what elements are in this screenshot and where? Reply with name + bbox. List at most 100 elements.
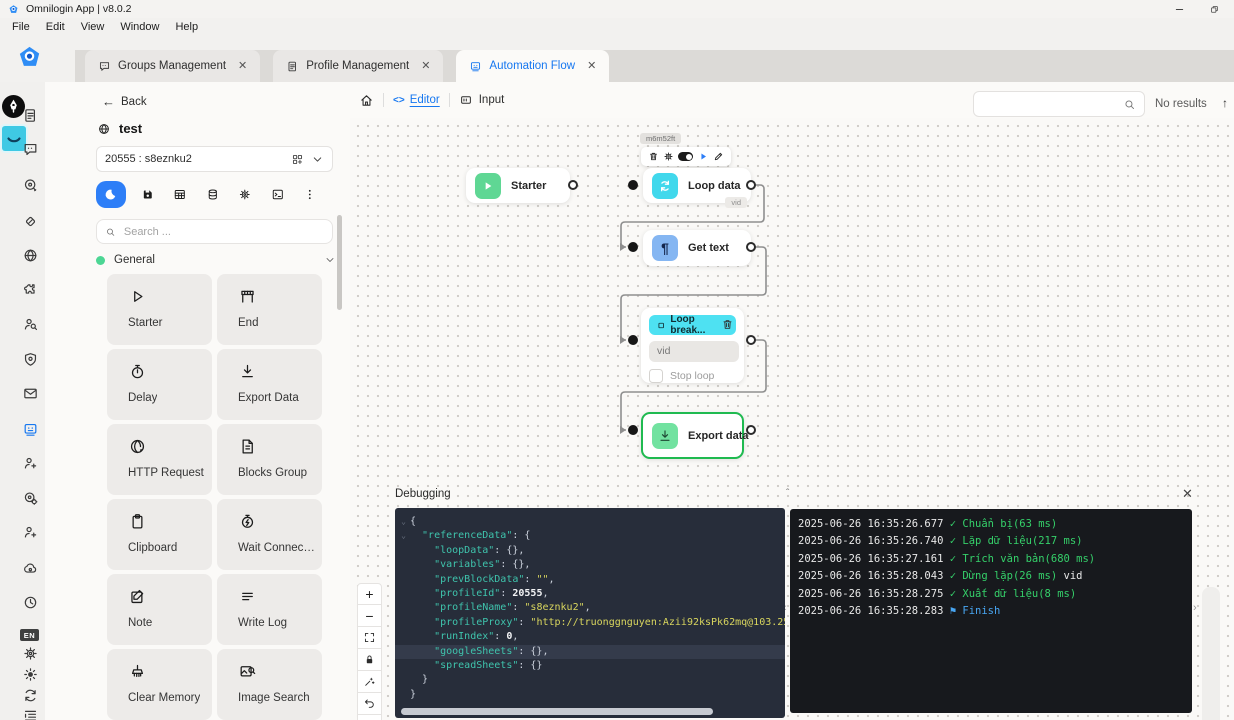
tab-profile-management[interactable]: Profile Management✕ — [273, 50, 443, 82]
sidebar-item-gear-icon[interactable] — [22, 645, 39, 662]
sidebar-item-shield-icon[interactable] — [22, 351, 39, 368]
port-in-loop-break[interactable] — [628, 335, 638, 345]
debug-close-icon[interactable]: ✕ — [1182, 486, 1193, 502]
grid-icon[interactable] — [291, 153, 304, 166]
block-search[interactable] — [96, 219, 333, 244]
block-card-delay[interactable]: Delay — [107, 349, 212, 420]
sidebar-item-tag-icon[interactable] — [22, 213, 39, 230]
port-in-export-data[interactable] — [628, 425, 638, 435]
checkbox[interactable] — [649, 369, 663, 383]
menu-view[interactable]: View — [73, 21, 113, 33]
port-out-starter[interactable] — [568, 180, 578, 190]
sidebar-item-list-indent-icon[interactable] — [22, 707, 39, 720]
tab-groups-management[interactable]: Groups Management✕ — [85, 50, 260, 82]
sidebar-item-disc-key-icon[interactable] — [22, 177, 39, 194]
back-button[interactable]: ← Back — [102, 95, 147, 108]
port-in-get-text[interactable] — [628, 242, 638, 252]
zoom-undo-button[interactable] — [357, 693, 382, 715]
tab-automation-flow[interactable]: Automation Flow✕ — [456, 50, 609, 82]
stop-loop-checkbox[interactable]: Stop loop — [649, 369, 736, 383]
chevron-down-icon[interactable] — [311, 153, 324, 166]
node-tool-pencil-icon[interactable] — [713, 151, 724, 162]
block-card-wait-connecti-[interactable]: Wait Connecti... — [217, 499, 322, 570]
block-card-clipboard[interactable]: Clipboard — [107, 499, 212, 570]
panel-tool-moon-button[interactable] — [96, 181, 126, 208]
port-out-get-text[interactable] — [746, 242, 756, 252]
port-in-loop-data[interactable] — [628, 180, 638, 190]
menu-window[interactable]: Window — [112, 21, 167, 33]
block-card-http-request[interactable]: HTTP Request — [107, 424, 212, 495]
panel-scrollbar[interactable] — [337, 215, 342, 310]
tab-close-icon[interactable]: ✕ — [587, 61, 596, 72]
block-card-blocks-group[interactable]: Blocks Group — [217, 424, 322, 495]
node-tool-gear-icon[interactable] — [663, 151, 674, 162]
sidebar-item-mail-icon[interactable] — [22, 385, 39, 402]
menu-edit[interactable]: Edit — [38, 21, 73, 33]
search-icon[interactable] — [1123, 98, 1136, 111]
block-card-write-log[interactable]: Write Log — [217, 574, 322, 645]
menu-file[interactable]: File — [4, 21, 38, 33]
right-panel-strip[interactable] — [1202, 587, 1220, 720]
sidebar-item-disc-gear-icon[interactable] — [22, 490, 39, 507]
zoom-wand-button[interactable] — [357, 671, 382, 693]
node-tool-play-blue-icon[interactable] — [698, 151, 709, 162]
block-card-starter[interactable]: Starter — [107, 274, 212, 345]
block-card-image-search[interactable]: Image Search — [217, 649, 322, 720]
sidebar-item-document-icon[interactable] — [22, 107, 39, 124]
sidebar-item-cloud-icon[interactable] — [22, 560, 39, 577]
node-tool-trash-icon[interactable] — [648, 151, 659, 162]
trash-icon[interactable] — [721, 318, 734, 331]
flow-canvas[interactable]: <> Editor Input No results ↑ ↓ — [350, 82, 1234, 720]
panel-tool-save-icon[interactable] — [141, 186, 155, 203]
panel-tool-kebab-icon[interactable] — [303, 186, 317, 203]
block-card-export-data[interactable]: Export Data — [217, 349, 322, 420]
sidebar-item-user-plus-icon[interactable] — [22, 455, 39, 472]
zoom-lock-button[interactable] — [357, 649, 382, 671]
panel-tool-terminal-icon[interactable] — [271, 186, 285, 203]
panel-tool-db-icon[interactable] — [206, 186, 220, 203]
zoom-redo-button[interactable] — [357, 715, 382, 720]
canvas-search-input[interactable] — [982, 97, 1123, 111]
loop-break-input[interactable]: vid — [649, 341, 739, 362]
sidebar-item-sync-icon[interactable] — [22, 687, 39, 704]
restore-button[interactable] — [1209, 4, 1220, 15]
log-panel-expand-icon[interactable]: › — [1193, 602, 1197, 614]
nav-editor[interactable]: <> Editor — [393, 94, 440, 106]
debug-collapse-icon[interactable]: ˆ — [786, 488, 789, 499]
zoom-fit-button[interactable] — [357, 627, 382, 649]
sidebar-item-bot-icon[interactable] — [22, 421, 39, 438]
node-get-text[interactable]: ¶ Get text — [643, 230, 751, 266]
sidebar-item-user-plus-icon[interactable] — [22, 524, 39, 541]
block-card-note[interactable]: Note — [107, 574, 212, 645]
json-hscrollbar[interactable] — [401, 708, 713, 715]
home-icon[interactable] — [359, 93, 374, 108]
sidebar-item-history-icon[interactable] — [22, 594, 39, 611]
sidebar-item-chat-icon[interactable] — [22, 141, 39, 158]
sidebar-item-puzzle-icon[interactable] — [22, 281, 39, 298]
tab-close-icon[interactable]: ✕ — [421, 61, 430, 72]
zoom-minus-button[interactable]: − — [357, 605, 382, 627]
prev-result-icon[interactable]: ↑ — [1222, 96, 1228, 110]
node-starter[interactable]: Starter — [466, 168, 570, 203]
block-search-input[interactable] — [122, 225, 324, 239]
sidebar-item-language[interactable]: EN — [20, 629, 39, 641]
sidebar-item-sun-icon[interactable] — [22, 666, 39, 683]
node-export-data[interactable]: Export data — [641, 412, 744, 459]
zoom-plus-button[interactable]: + — [357, 583, 382, 605]
port-out-export-data[interactable] — [746, 425, 756, 435]
section-general[interactable]: General — [96, 254, 336, 266]
node-loop-break[interactable]: Loop break... vid Stop loop — [641, 308, 744, 383]
panel-tool-gear-icon[interactable] — [238, 186, 252, 203]
block-card-clear-memory[interactable]: Clear Memory — [107, 649, 212, 720]
port-out-loop-break[interactable] — [746, 335, 756, 345]
profile-select[interactable]: 20555 : s8eznku2 — [96, 146, 333, 172]
minimize-button[interactable] — [1174, 4, 1185, 15]
sidebar-item-user-search-icon[interactable] — [22, 316, 39, 333]
node-loop-data[interactable]: Loop data vid — [643, 168, 751, 203]
block-card-end[interactable]: End — [217, 274, 322, 345]
tab-close-icon[interactable]: ✕ — [238, 61, 247, 72]
node-toggle[interactable] — [678, 152, 693, 161]
chevron-down-icon[interactable] — [324, 254, 336, 266]
sidebar-item-globe-icon[interactable] — [22, 247, 39, 264]
panel-tool-table-icon[interactable] — [173, 186, 187, 203]
